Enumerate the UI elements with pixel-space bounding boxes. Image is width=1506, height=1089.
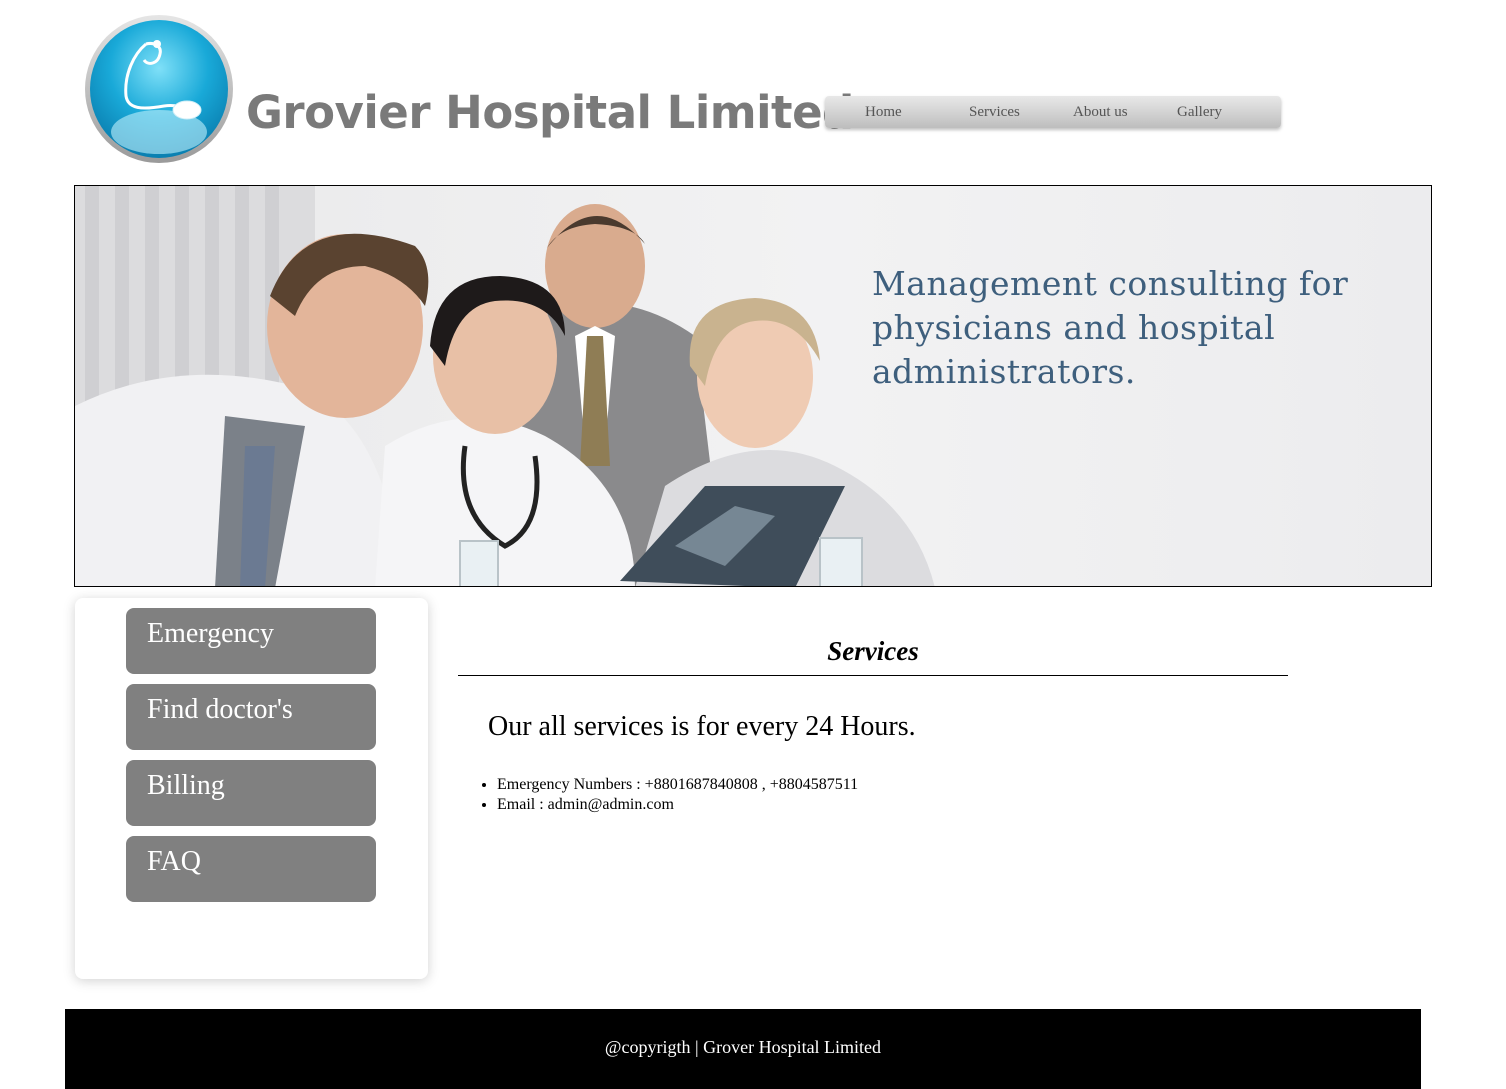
list-item-email: Email : admin@admin.com — [497, 795, 858, 815]
site-title: Grovier Hospital Limited — [246, 86, 854, 139]
heading-divider — [458, 675, 1288, 676]
footer-copyright: @copyrigth | Grover Hospital Limited — [604, 1037, 882, 1057]
contact-info-list: Emergency Numbers : +8801687840808 , +88… — [497, 775, 858, 815]
stethoscope-mouse-icon — [85, 15, 233, 163]
sidebar-item-faq[interactable]: FAQ — [126, 836, 376, 902]
nav-services[interactable]: Services — [969, 104, 1020, 121]
sidebar-item-find-doctors[interactable]: Find doctor's — [126, 684, 376, 750]
sidebar: Emergency Find doctor's Billing FAQ — [75, 598, 428, 979]
hero-banner: Management consulting for physicians and… — [74, 185, 1432, 587]
list-item-emergency-numbers: Emergency Numbers : +8801687840808 , +88… — [497, 775, 858, 795]
banner-text: Management consulting for physicians and… — [872, 264, 1349, 391]
nav-gallery[interactable]: Gallery — [1177, 104, 1222, 121]
sidebar-item-billing[interactable]: Billing — [126, 760, 376, 826]
logo — [84, 14, 234, 164]
main-nav: Home Services About us Gallery — [825, 96, 1281, 128]
footer: @copyrigth | Grover Hospital Limited — [65, 1009, 1421, 1089]
nav-about-us[interactable]: About us — [1073, 104, 1128, 121]
nav-home[interactable]: Home — [865, 104, 902, 121]
services-tagline: Our all services is for every 24 Hours. — [488, 711, 916, 742]
sidebar-item-emergency[interactable]: Emergency — [126, 608, 376, 674]
page-title: Services — [827, 636, 919, 666]
